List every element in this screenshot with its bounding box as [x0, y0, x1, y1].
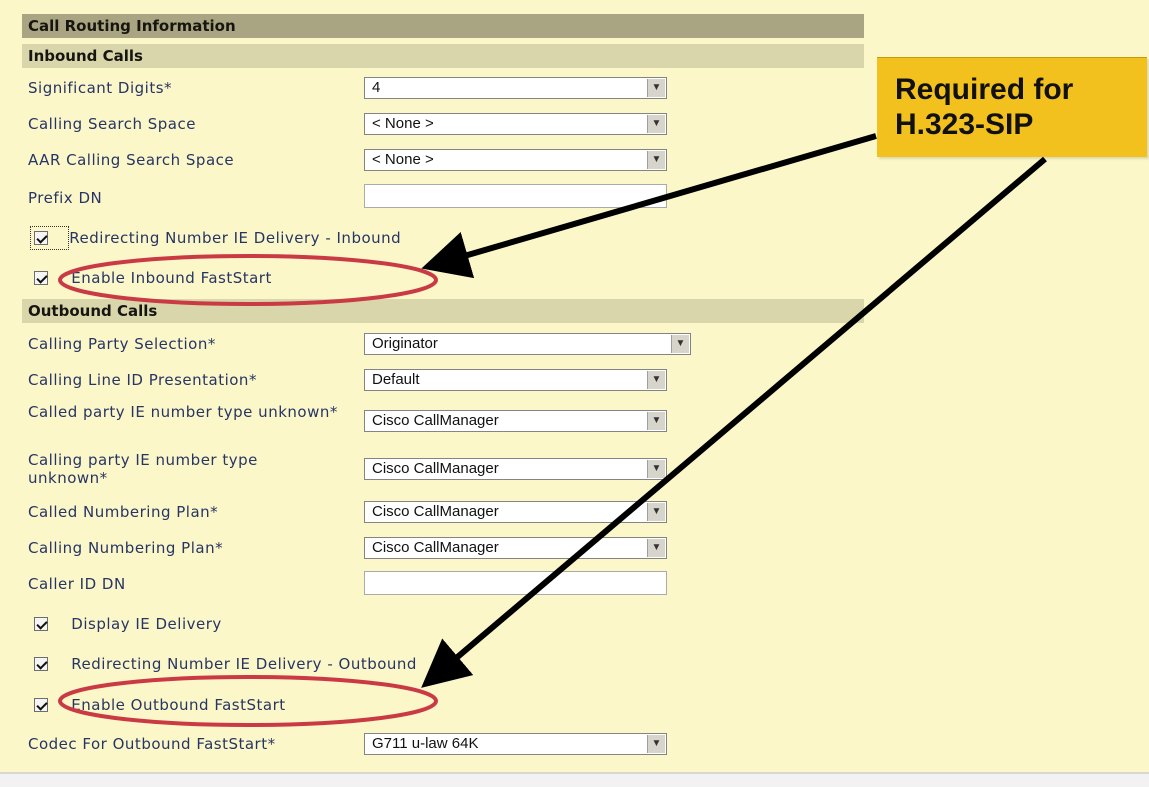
redirecting-number-outbound-label: Redirecting Number IE Delivery - Outboun… [71, 655, 417, 673]
calling-search-space-select[interactable]: < None > ▼ [364, 113, 667, 135]
dropdown-arrow-icon[interactable]: ▼ [647, 115, 665, 133]
enable-outbound-faststart-row[interactable]: Enable Outbound FastStart [34, 696, 286, 714]
dropdown-arrow-icon[interactable]: ▼ [647, 79, 665, 97]
enable-inbound-faststart-checkbox[interactable] [34, 271, 48, 285]
display-ie-delivery-label: Display IE Delivery [71, 615, 222, 633]
called-numbering-plan-value: Cisco CallManager [372, 503, 499, 520]
calling-numbering-plan-label: Calling Numbering Plan* [28, 539, 224, 557]
codec-outbound-faststart-value: G711 u-law 64K [372, 735, 479, 752]
calling-search-space-value: < None > [372, 115, 434, 132]
call-routing-header: Call Routing Information [22, 14, 864, 38]
codec-outbound-faststart-select[interactable]: G711 u-law 64K ▼ [364, 733, 667, 755]
dropdown-arrow-icon[interactable]: ▼ [647, 735, 665, 753]
inbound-calls-header: Inbound Calls [22, 44, 864, 68]
prefix-dn-label: Prefix DN [28, 189, 103, 207]
aar-calling-search-space-value: < None > [372, 151, 434, 168]
caller-id-dn-label: Caller ID DN [28, 575, 126, 593]
called-numbering-plan-select[interactable]: Cisco CallManager ▼ [364, 501, 667, 523]
calling-numbering-plan-value: Cisco CallManager [372, 539, 499, 556]
called-numbering-plan-label: Called Numbering Plan* [28, 503, 219, 521]
redirecting-number-inbound-label: Redirecting Number IE Delivery - Inbound [69, 229, 402, 247]
called-party-ie-type-select[interactable]: Cisco CallManager ▼ [364, 410, 667, 432]
outbound-calls-header: Outbound Calls [22, 299, 864, 323]
calling-line-id-presentation-label: Calling Line ID Presentation* [28, 371, 257, 389]
required-for-h323-sip-callout: Required for H.323-SIP [877, 57, 1147, 157]
calling-line-id-presentation-select[interactable]: Default ▼ [364, 369, 667, 391]
dropdown-arrow-icon[interactable]: ▼ [647, 151, 665, 169]
calling-party-selection-value: Originator [372, 335, 438, 352]
callout-line-2: H.323-SIP [895, 108, 1034, 141]
display-ie-delivery-checkbox[interactable] [34, 617, 48, 631]
redirecting-number-inbound-focus-outline [30, 226, 70, 250]
dropdown-arrow-icon[interactable]: ▼ [647, 371, 665, 389]
caller-id-dn-input[interactable] [364, 571, 667, 595]
dropdown-arrow-icon[interactable]: ▼ [647, 503, 665, 521]
calling-party-selection-select[interactable]: Originator ▼ [364, 333, 691, 355]
calling-line-id-presentation-value: Default [372, 371, 420, 388]
calling-party-ie-type-label: Calling party IE number type unknown* [28, 451, 258, 487]
calling-party-selection-label: Calling Party Selection* [28, 335, 216, 353]
calling-party-ie-type-value: Cisco CallManager [372, 460, 499, 477]
display-ie-delivery-row[interactable]: Display IE Delivery [34, 615, 222, 633]
called-party-ie-type-label: Called party IE number type unknown* [28, 403, 338, 421]
dropdown-arrow-icon[interactable]: ▼ [671, 335, 689, 353]
dropdown-arrow-icon[interactable]: ▼ [647, 412, 665, 430]
codec-outbound-faststart-label: Codec For Outbound FastStart* [28, 735, 276, 753]
call-routing-screen: Call Routing Information Inbound Calls S… [0, 0, 1149, 787]
prefix-dn-input[interactable] [364, 184, 667, 208]
dropdown-arrow-icon[interactable]: ▼ [647, 460, 665, 478]
calling-numbering-plan-select[interactable]: Cisco CallManager ▼ [364, 537, 667, 559]
significant-digits-label: Significant Digits* [28, 79, 173, 97]
calling-party-ie-type-select[interactable]: Cisco CallManager ▼ [364, 458, 667, 480]
enable-inbound-faststart-row[interactable]: Enable Inbound FastStart [34, 269, 272, 287]
aar-calling-search-space-label: AAR Calling Search Space [28, 151, 235, 169]
redirecting-number-inbound-checkbox-row[interactable]: Redirecting Number IE Delivery - Inbound [30, 226, 402, 250]
significant-digits-value: 4 [372, 79, 381, 96]
redirecting-number-inbound-checkbox[interactable] [34, 231, 48, 245]
bottom-divider [0, 772, 1149, 787]
enable-inbound-faststart-label: Enable Inbound FastStart [71, 269, 272, 287]
callout-line-1: Required for [895, 73, 1074, 106]
called-party-ie-type-value: Cisco CallManager [372, 412, 499, 429]
redirecting-number-outbound-row[interactable]: Redirecting Number IE Delivery - Outboun… [34, 655, 417, 673]
calling-search-space-label: Calling Search Space [28, 115, 196, 133]
enable-outbound-faststart-checkbox[interactable] [34, 698, 48, 712]
redirecting-number-outbound-checkbox[interactable] [34, 657, 48, 671]
significant-digits-select[interactable]: 4 ▼ [364, 77, 667, 99]
aar-calling-search-space-select[interactable]: < None > ▼ [364, 149, 667, 171]
enable-outbound-faststart-label: Enable Outbound FastStart [71, 696, 286, 714]
dropdown-arrow-icon[interactable]: ▼ [647, 539, 665, 557]
